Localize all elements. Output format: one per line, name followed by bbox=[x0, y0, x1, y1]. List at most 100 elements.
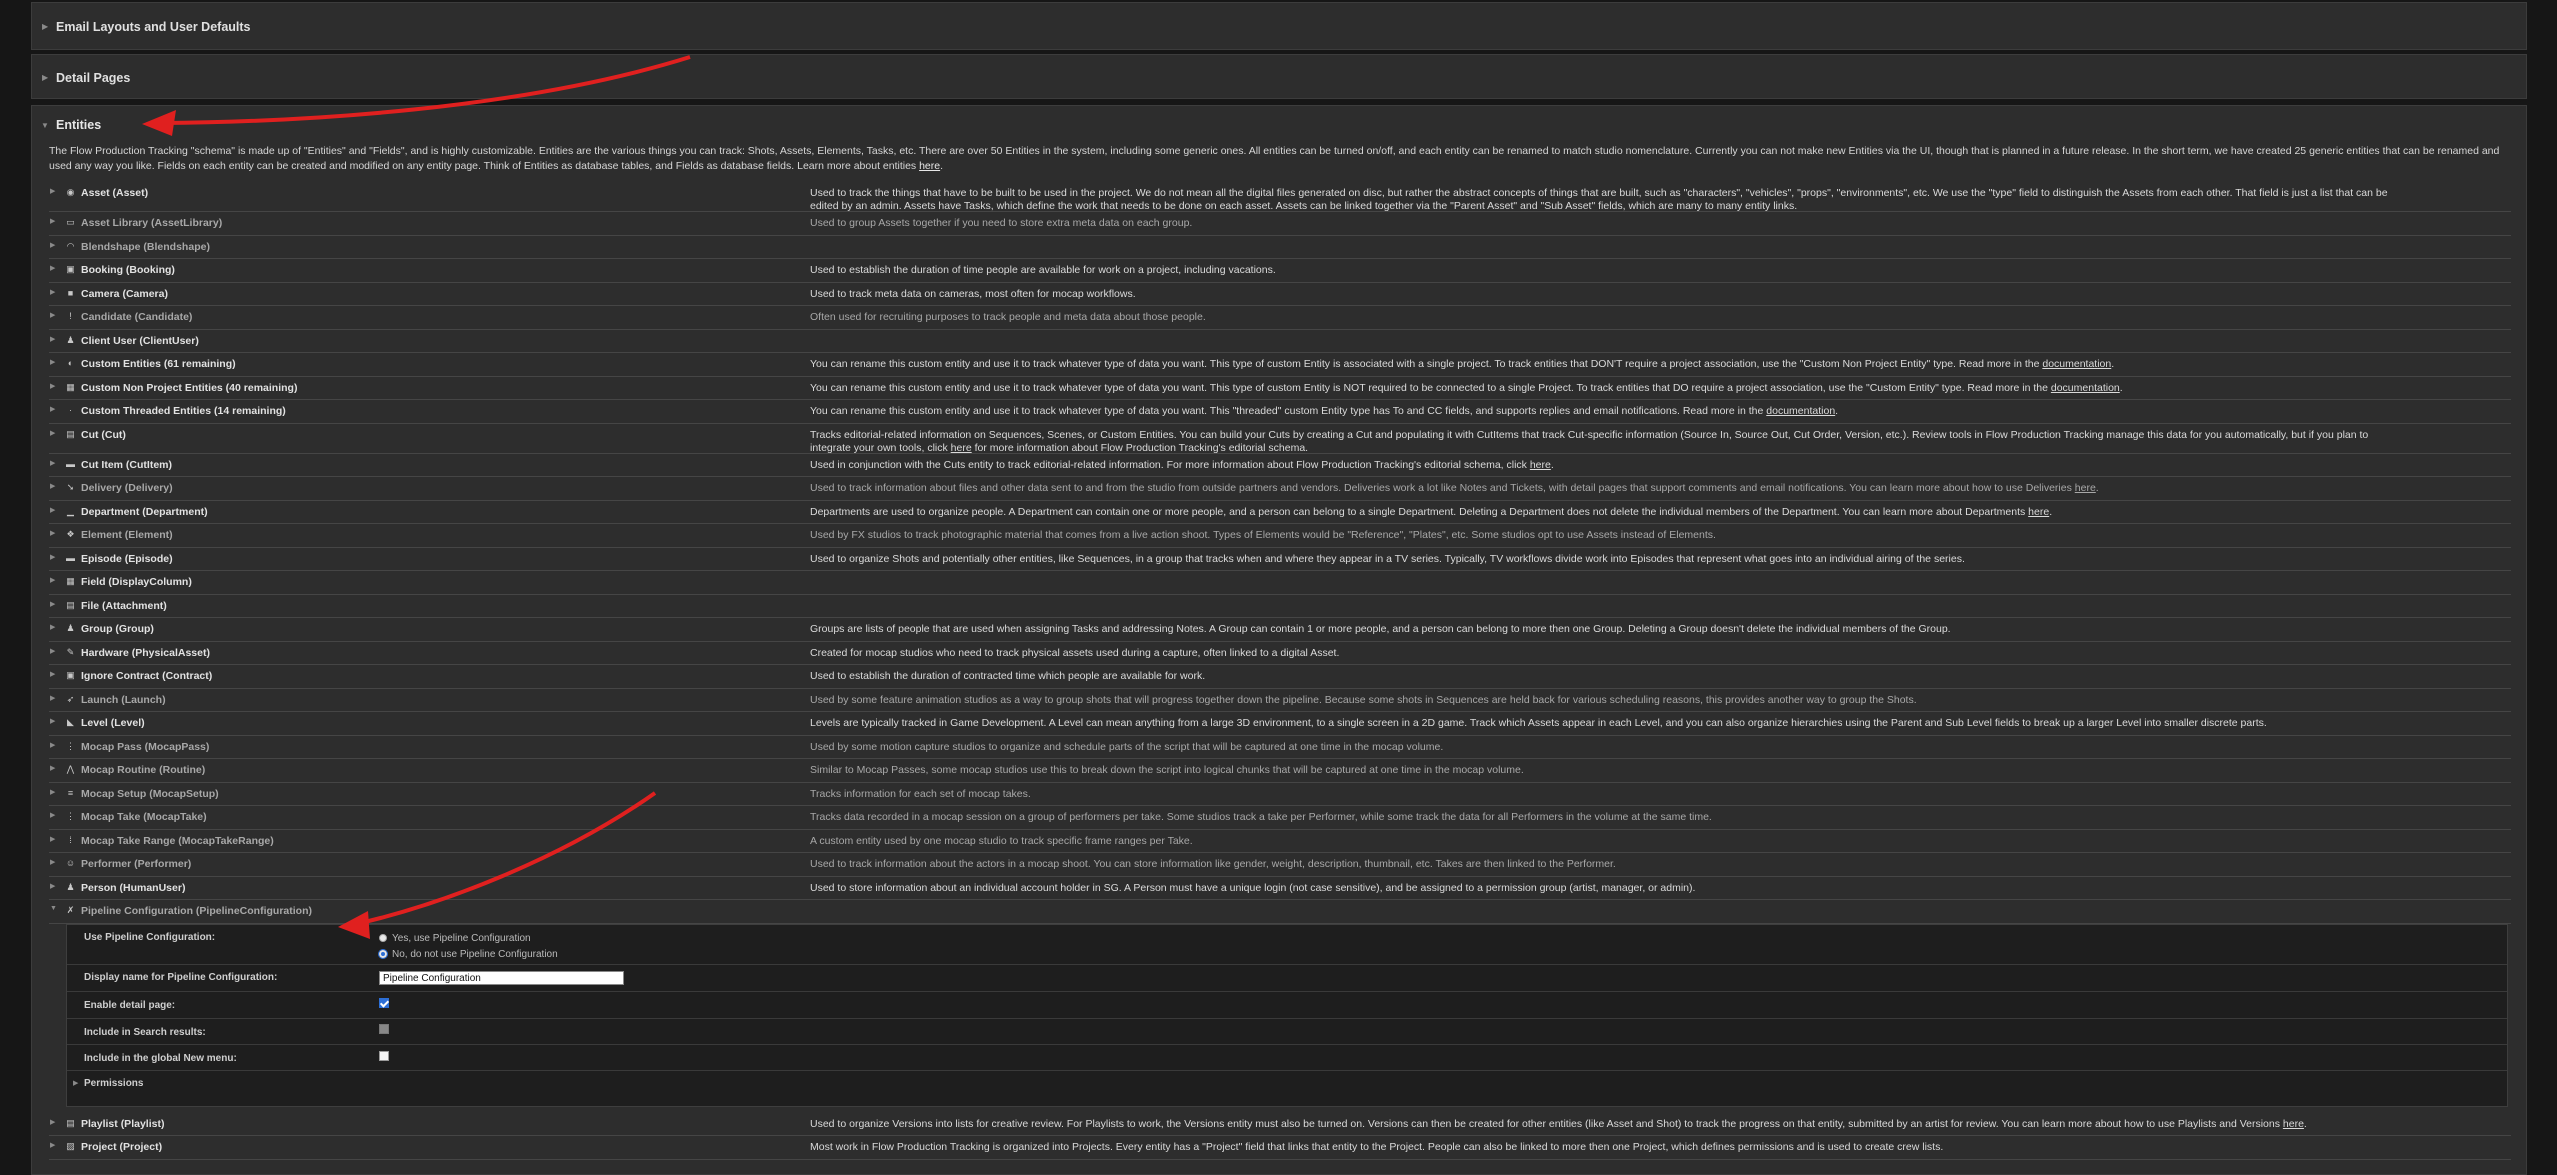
entity-row-mocap-routine[interactable]: ▶ ⋀ Mocap Routine (Routine) Similar to Moca… bbox=[49, 759, 2511, 783]
entity-row-field[interactable]: ▶ ▦ Field (DisplayColumn) bbox=[49, 571, 2511, 595]
entity-row-pipeline-configuration[interactable]: ▼ ✗ Pipeline Configuration (PipelineConfig… bbox=[49, 900, 2511, 924]
entity-name[interactable]: Performer (Performer) bbox=[81, 858, 191, 870]
entity-row-candidate[interactable]: ▶! Candidate (Candidate) Often used for re… bbox=[49, 306, 2511, 330]
entity-name[interactable]: Mocap Take Range (MocapTakeRange) bbox=[81, 835, 274, 847]
chevron-right-icon[interactable]: ▶ bbox=[50, 882, 55, 890]
entity-row-asset[interactable]: ▶ ◉ Asset (Asset) Used to track the things … bbox=[49, 182, 2511, 212]
entity-name[interactable]: Camera (Camera) bbox=[81, 288, 168, 300]
chevron-right-icon[interactable]: ▶ bbox=[50, 459, 55, 467]
chevron-right-icon[interactable]: ▶ bbox=[50, 858, 55, 866]
entity-name[interactable]: Mocap Setup (MocapSetup) bbox=[81, 788, 219, 800]
detail-page-checkbox[interactable] bbox=[379, 997, 389, 1008]
entity-row-mocap-setup[interactable]: ▶ ≡ Mocap Setup (MocapSetup) Tracks informa… bbox=[49, 783, 2511, 806]
learn-more-link[interactable]: here bbox=[919, 160, 940, 172]
chevron-right-icon[interactable]: ▶ bbox=[50, 382, 55, 390]
radio-yes-label[interactable]: Yes, use Pipeline Configuration bbox=[392, 933, 531, 944]
chevron-right-icon[interactable]: ▶ bbox=[50, 529, 55, 537]
entity-name[interactable]: Field (DisplayColumn) bbox=[81, 576, 192, 588]
chevron-right-icon[interactable]: ▶ bbox=[50, 741, 55, 749]
entity-name[interactable]: Ignore Contract (Contract) bbox=[81, 670, 212, 682]
chevron-right-icon[interactable]: ▶ bbox=[50, 788, 55, 796]
chevron-right-icon[interactable]: ▶ bbox=[50, 217, 55, 225]
entity-row-ignore-contract[interactable]: ▶ ▣ Ignore Contract (Contract) Used to esta… bbox=[49, 665, 2511, 689]
entity-row-level[interactable]: ▶ ◣ Level (Level) Levels are typically trac… bbox=[49, 712, 2511, 736]
radio-no-label[interactable]: No, do not use Pipeline Configuration bbox=[392, 949, 558, 960]
description-link[interactable]: here bbox=[2283, 1118, 2304, 1130]
chevron-right-icon[interactable]: ▶ bbox=[50, 187, 55, 195]
entity-name[interactable]: Mocap Routine (Routine) bbox=[81, 764, 205, 776]
chevron-right-icon[interactable]: ▶ bbox=[50, 647, 55, 655]
chevron-right-icon[interactable]: ▶ bbox=[50, 553, 55, 561]
chevron-right-icon[interactable]: ▶ bbox=[50, 429, 55, 437]
entity-name[interactable]: File (Attachment) bbox=[81, 600, 167, 612]
entity-name[interactable]: Delivery (Delivery) bbox=[81, 482, 173, 494]
description-link[interactable]: here bbox=[951, 442, 972, 454]
entity-row-mocap-pass[interactable]: ▶ ⋮ Mocap Pass (MocapPass) Used by some mot… bbox=[49, 736, 2511, 759]
entity-name[interactable]: Mocap Take (MocapTake) bbox=[81, 811, 207, 823]
radio-no[interactable]: No, do not use Pipeline Configuration bbox=[378, 949, 558, 960]
radio-yes[interactable]: Yes, use Pipeline Configuration bbox=[379, 933, 531, 944]
entity-row-custom-threaded-entities[interactable]: ▶ · Custom Threaded Entities (14 remaining… bbox=[49, 400, 2511, 424]
section-detail-pages[interactable]: ▶ Detail Pages bbox=[31, 54, 2527, 99]
chevron-right-icon[interactable]: ▶ bbox=[50, 623, 55, 631]
entity-name[interactable]: Custom Threaded Entities (14 remaining) bbox=[81, 405, 286, 417]
radio-yes-control[interactable] bbox=[379, 934, 387, 942]
entity-row-episode[interactable]: ▶ ▬ Episode (Episode) Used to organize Shot… bbox=[49, 548, 2511, 571]
entity-name[interactable]: Custom Non Project Entities (40 remainin… bbox=[81, 382, 297, 394]
entity-row-group[interactable]: ▶ ♟ Group (Group) Groups are lists of peopl… bbox=[49, 618, 2511, 642]
entity-name[interactable]: Launch (Launch) bbox=[81, 694, 166, 706]
entity-name[interactable]: Mocap Pass (MocapPass) bbox=[81, 741, 209, 753]
chevron-right-icon[interactable]: ▶ bbox=[50, 335, 55, 343]
permissions-label[interactable]: Permissions bbox=[84, 1078, 143, 1089]
chevron-right-icon[interactable]: ▶ bbox=[50, 482, 55, 490]
description-link[interactable]: documentation bbox=[1766, 405, 1835, 417]
chevron-right-icon[interactable]: ▶ bbox=[73, 1079, 78, 1087]
description-link[interactable]: here bbox=[2028, 506, 2049, 518]
entity-name[interactable]: Hardware (PhysicalAsset) bbox=[81, 647, 210, 659]
section-email-layouts[interactable]: ▶ Email Layouts and User Defaults bbox=[31, 2, 2527, 50]
entity-row-hardware[interactable]: ▶ ✎ Hardware (PhysicalAsset) Created for mo… bbox=[49, 642, 2511, 665]
entity-row-launch[interactable]: ▶ ➶ Launch (Launch) Used by some feature an… bbox=[49, 689, 2511, 712]
chevron-right-icon[interactable]: ▶ bbox=[50, 241, 55, 249]
entity-name[interactable]: Cut (Cut) bbox=[81, 429, 126, 441]
chevron-right-icon[interactable]: ▶ bbox=[50, 670, 55, 678]
entity-row-mocap-take-range[interactable]: ▶ ⁞ Mocap Take Range (MocapTakeRange) A cus… bbox=[49, 830, 2511, 853]
entity-name[interactable]: Cut Item (CutItem) bbox=[81, 459, 172, 471]
entity-row-playlist[interactable]: ▶ ▤ Playlist (Playlist) Used to organize Ve… bbox=[49, 1113, 2511, 1136]
entity-name[interactable]: Asset (Asset) bbox=[81, 187, 148, 199]
entity-row-element[interactable]: ▶ ❖ Element (Element) Used by FX studios to… bbox=[49, 524, 2511, 548]
entity-row-blendshape[interactable]: ▶ ◠ Blendshape (Blendshape) bbox=[49, 236, 2511, 259]
entity-row-camera[interactable]: ▶ ■ Camera (Camera) Used to track meta data… bbox=[49, 283, 2511, 306]
entity-row-performer[interactable]: ▶ ☺ Performer (Performer) Used to track inf… bbox=[49, 853, 2511, 877]
chevron-right-icon[interactable]: ▶ bbox=[50, 576, 55, 584]
entity-name[interactable]: Blendshape (Blendshape) bbox=[81, 241, 210, 253]
description-link[interactable]: documentation bbox=[2051, 382, 2120, 394]
entity-row-cut[interactable]: ▶ ▤ Cut (Cut) Tracks editorial-related info… bbox=[49, 424, 2511, 454]
chevron-down-icon[interactable]: ▼ bbox=[50, 905, 57, 912]
entity-row-booking[interactable]: ▶ ▣ Booking (Booking) Used to establish the… bbox=[49, 259, 2511, 283]
chevron-right-icon[interactable]: ▶ bbox=[50, 288, 55, 296]
entity-row-custom-non-project-entities[interactable]: ▶ ▦ Custom Non Project Entities (40 remain… bbox=[49, 377, 2511, 400]
entity-name[interactable]: Group (Group) bbox=[81, 623, 154, 635]
entity-name[interactable]: Candidate (Candidate) bbox=[81, 311, 192, 323]
entity-name[interactable]: Playlist (Playlist) bbox=[81, 1118, 164, 1130]
entity-name[interactable]: Department (Department) bbox=[81, 506, 208, 518]
chevron-right-icon[interactable]: ▶ bbox=[50, 764, 55, 772]
entity-name[interactable]: Booking (Booking) bbox=[81, 264, 175, 276]
chevron-right-icon[interactable]: ▶ bbox=[50, 264, 55, 272]
chevron-right-icon[interactable]: ▶ bbox=[50, 358, 55, 366]
chevron-right-icon[interactable]: ▶ bbox=[50, 311, 55, 319]
chevron-right-icon[interactable]: ▶ bbox=[50, 1118, 55, 1126]
entity-name[interactable]: Pipeline Configuration (PipelineConfigur… bbox=[81, 905, 312, 917]
entity-name[interactable]: Asset Library (AssetLibrary) bbox=[81, 217, 222, 229]
entity-row-custom-entities[interactable]: ▶ ◐ Custom Entities (61 remaining) You can … bbox=[49, 353, 2511, 377]
entity-row-file[interactable]: ▶ ▤ File (Attachment) bbox=[49, 595, 2511, 618]
entity-name[interactable]: Custom Entities (61 remaining) bbox=[81, 358, 236, 370]
entity-name[interactable]: Person (HumanUser) bbox=[81, 882, 185, 894]
entity-row-mocap-take[interactable]: ▶ ⋮ Mocap Take (MocapTake) Tracks data reco… bbox=[49, 806, 2511, 830]
entity-row-project[interactable]: ▶ ▨ Project (Project) Most work in Flow Pro… bbox=[49, 1136, 2511, 1160]
display-name-input[interactable]: Pipeline Configuration bbox=[379, 970, 624, 985]
chevron-right-icon[interactable]: ▶ bbox=[50, 405, 55, 413]
entity-row-asset-library[interactable]: ▶ ▭ Asset Library (AssetLibrary) Used to gr… bbox=[49, 212, 2511, 236]
chevron-right-icon[interactable]: ▶ bbox=[50, 506, 55, 514]
